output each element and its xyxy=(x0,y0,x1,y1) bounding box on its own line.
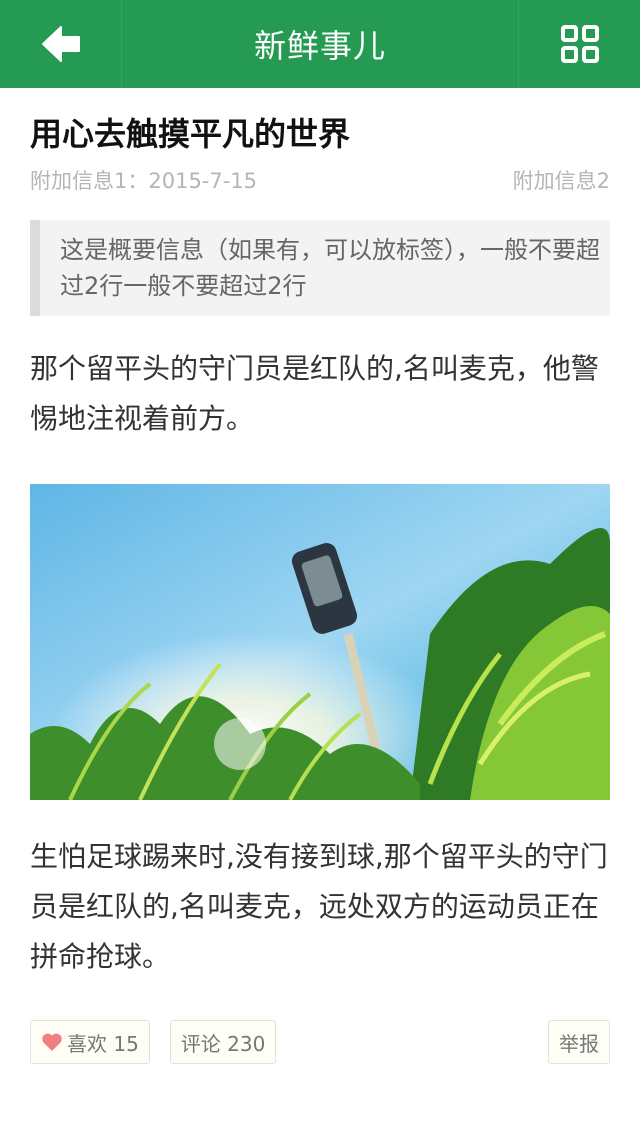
top-navigation-bar: 新鲜事儿 xyxy=(0,0,640,88)
article-meta: 附加信息1：2015-7-15 附加信息2 xyxy=(30,166,610,196)
arrow-left-icon xyxy=(41,26,80,62)
article-paragraph-2: 生怕足球踢来时,没有接到球,那个留平头的守门员是红队的,名叫麦克，远处双方的运动… xyxy=(30,840,608,973)
article-summary: 这是概要信息（如果有，可以放标签），一般不要超过2行一般不要超过2行 xyxy=(30,220,610,316)
back-button[interactable] xyxy=(0,0,122,88)
meta-info-2: 附加信息2 xyxy=(512,169,610,193)
comment-label: 评论 230 xyxy=(180,1031,266,1056)
like-button[interactable]: 喜欢 15 xyxy=(30,1020,150,1064)
grid-icon xyxy=(560,25,599,63)
heart-icon xyxy=(41,1032,63,1052)
report-label: 举报 xyxy=(559,1031,599,1056)
article-photo xyxy=(30,484,610,800)
comment-button[interactable]: 评论 230 xyxy=(169,1020,277,1064)
meta-info-1: 附加信息1：2015-7-15 xyxy=(30,169,258,193)
article-actions: 喜欢 15 评论 230 举报 xyxy=(30,1020,610,1064)
page-title: 新鲜事儿 xyxy=(253,27,386,65)
article-title: 用心去触摸平凡的世界 xyxy=(30,115,351,153)
article-paragraph-1: 那个留平头的守门员是红队的,名叫麦克，他警惕地注视着前方。 xyxy=(30,352,599,435)
article: 用心去触摸平凡的世界 附加信息1：2015-7-15 附加信息2 这是概要信息（… xyxy=(30,88,610,1064)
menu-button[interactable] xyxy=(518,0,640,88)
report-button[interactable]: 举报 xyxy=(548,1020,610,1064)
like-label: 喜欢 15 xyxy=(67,1031,139,1056)
